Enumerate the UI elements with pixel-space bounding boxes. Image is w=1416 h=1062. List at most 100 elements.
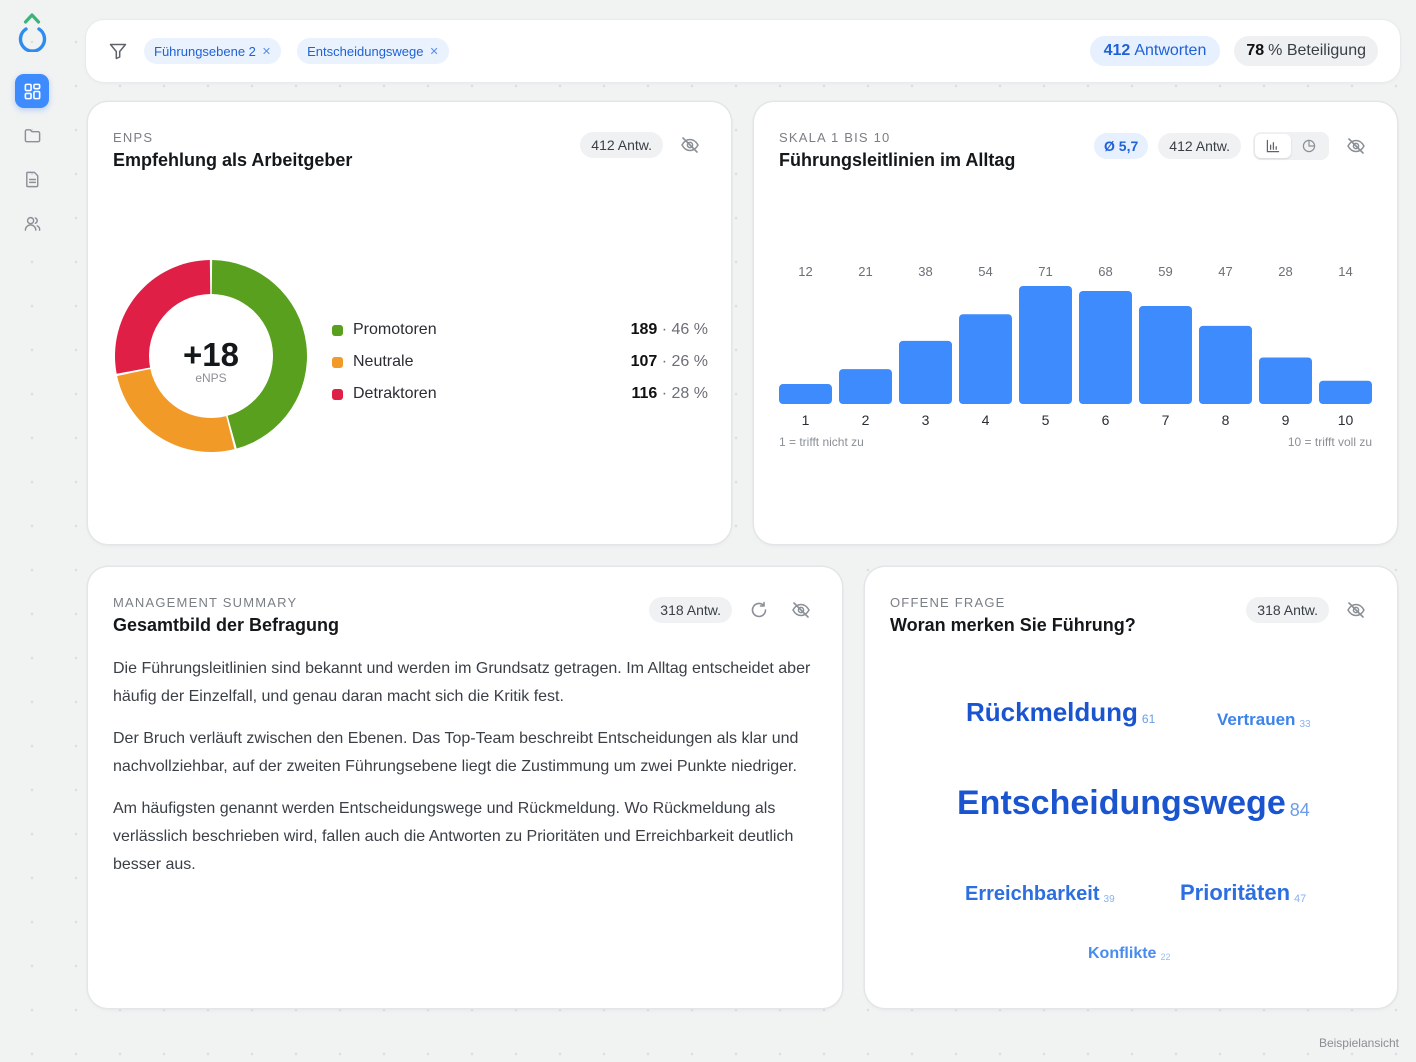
- eye-off-icon[interactable]: [790, 599, 812, 621]
- chart-type-toggle: [1253, 132, 1329, 160]
- card-actions: 318 Antw.: [1246, 597, 1367, 623]
- card-kicker: Management Summary: [113, 595, 298, 610]
- eye-off-icon[interactable]: [679, 134, 701, 156]
- enps-legend: Promotoren 189 · 46 % Neutrale 107 · 26 …: [332, 314, 708, 410]
- nav-folder-button[interactable]: [15, 118, 49, 152]
- drop-logo-icon: [14, 10, 50, 53]
- legend-value: 189 · 46 %: [630, 321, 708, 338]
- users-icon: [24, 216, 40, 231]
- bar-category-label: 5: [1042, 412, 1050, 428]
- card-kicker: eNPS: [113, 130, 154, 145]
- bar-1: [779, 384, 832, 404]
- participation-value: 78: [1246, 42, 1265, 59]
- word-count: 84: [1289, 800, 1310, 820]
- legend-swatch: [332, 388, 343, 400]
- legend-count: 189: [630, 321, 658, 338]
- card-actions: 318 Antw.: [649, 597, 812, 623]
- bar-category-label: 2: [862, 412, 870, 428]
- bar-8: [1199, 325, 1252, 404]
- legend-count: 116: [631, 385, 658, 402]
- summary-paragraph: Am häufigsten genannt werden Entscheidun…: [113, 800, 794, 873]
- filter-chip-fuehrungsebene[interactable]: Führungsebene 2 ✕: [144, 38, 282, 64]
- summary-paragraph: Die Führungsleitlinien sind bekannt und …: [113, 660, 811, 705]
- bar-chart-toggle-button[interactable]: [1255, 134, 1291, 158]
- response-count-badge: 412 Antw.: [580, 132, 663, 158]
- nav-document-button[interactable]: [15, 162, 49, 196]
- folder-icon: [24, 128, 40, 142]
- enps-card: eNPS Empfehlung als Arbeitgeber 412 Antw…: [88, 102, 731, 544]
- word-text: Rückmeldung: [966, 697, 1138, 727]
- word-prioritaeten[interactable]: Prioritäten 47: [1180, 880, 1306, 906]
- word-count: 47: [1294, 893, 1307, 905]
- response-count-badge: 318 Antw.: [649, 597, 732, 623]
- scale-card: Skala 1 bis 10 Führungsleitlinien im All…: [754, 102, 1397, 544]
- bar-category-label: 8: [1222, 412, 1230, 428]
- average-badge: Ø 5,7: [1094, 133, 1149, 159]
- document-icon: [25, 171, 38, 187]
- footer-note: Beispielansicht: [1318, 1036, 1399, 1050]
- nav-dashboard-button[interactable]: [15, 74, 49, 108]
- legend-swatch: [332, 356, 343, 368]
- word-vertrauen[interactable]: Vertrauen 33: [1217, 710, 1311, 730]
- close-icon[interactable]: ✕: [262, 45, 271, 58]
- word-text: Entscheidungswege: [957, 784, 1286, 822]
- word-count: 39: [1103, 894, 1115, 905]
- eye-off-icon[interactable]: [1345, 599, 1367, 621]
- word-count: 22: [1160, 952, 1171, 962]
- bar-value-label: 12: [798, 264, 812, 279]
- responses-count: 412: [1103, 42, 1131, 59]
- bar-category-label: 10: [1338, 412, 1354, 428]
- word-rueckmeldung[interactable]: Rückmeldung 61: [966, 697, 1155, 728]
- bar-5: [1019, 286, 1072, 404]
- sidebar: [0, 0, 64, 1062]
- pie-chart-toggle-button[interactable]: [1291, 134, 1327, 158]
- close-icon[interactable]: ✕: [430, 45, 439, 58]
- refresh-icon[interactable]: [748, 599, 770, 621]
- word-konflikte[interactable]: Konflikte 22: [1088, 945, 1170, 963]
- bar-category-label: 7: [1162, 412, 1170, 428]
- filter-icon[interactable]: [108, 41, 128, 61]
- bar-category-label: 3: [922, 412, 930, 428]
- word-text: Konflikte: [1088, 945, 1157, 962]
- enps-score: +18: [183, 336, 239, 373]
- card-actions: Ø 5,7 412 Antw.: [1094, 132, 1367, 160]
- bar-value-label: 71: [1038, 264, 1052, 279]
- bar-category-label: 1: [802, 412, 810, 428]
- bar-6: [1079, 290, 1132, 404]
- card-title: Führungsleitlinien im Alltag: [779, 150, 1016, 170]
- bar-value-label: 47: [1218, 264, 1232, 279]
- bar-value-label: 21: [858, 264, 872, 279]
- card-title: Woran merken Sie Führung?: [890, 615, 1136, 635]
- filter-chip-entscheidungswege[interactable]: Entscheidungswege ✕: [297, 38, 449, 64]
- enps-score-label: eNPS: [195, 371, 226, 385]
- card-actions: 412 Antw.: [580, 132, 701, 158]
- bar-value-label: 54: [978, 264, 992, 279]
- response-count-badge: 412 Antw.: [1158, 133, 1241, 159]
- card-title: Gesamtbild der Befragung: [113, 615, 340, 635]
- responses-label: Antworten: [1134, 42, 1207, 59]
- legend-item-promotoren: Promotoren 189 · 46 %: [332, 314, 708, 346]
- bar-3: [899, 340, 952, 404]
- bar-value-label: 59: [1158, 264, 1172, 279]
- bar-2: [839, 369, 892, 404]
- card-kicker: Offene Frage: [890, 595, 1006, 610]
- eye-off-icon[interactable]: [1345, 135, 1367, 157]
- summary-paragraph: Der Bruch verläuft zwischen den Ebenen. …: [113, 730, 799, 775]
- bar-7: [1139, 305, 1192, 404]
- dashboard-icon: [24, 83, 40, 99]
- summary-card: Management Summary Gesamtbild der Befrag…: [88, 567, 842, 1008]
- filter-bar: Führungsebene 2 ✕ Entscheidungswege ✕ 41…: [86, 20, 1400, 82]
- bar-value-label: 14: [1338, 264, 1352, 279]
- legend-percent: 26 %: [671, 353, 708, 370]
- bar-9: [1259, 357, 1312, 404]
- nav-users-button[interactable]: [15, 206, 49, 240]
- bar-value-label: 68: [1098, 264, 1112, 279]
- word-erreichbarkeit[interactable]: Erreichbarkeit 39: [965, 883, 1115, 906]
- legend-label: Promotoren: [353, 321, 437, 338]
- bar-category-label: 6: [1102, 412, 1110, 428]
- legend-value: 107 · 26 %: [630, 353, 708, 370]
- bar-chart-icon: [1266, 139, 1280, 153]
- enps-donut-chart: +18 eNPS: [115, 260, 307, 452]
- legend-percent: 46 %: [671, 321, 708, 338]
- word-entscheidungswege[interactable]: Entscheidungswege 84: [957, 784, 1310, 823]
